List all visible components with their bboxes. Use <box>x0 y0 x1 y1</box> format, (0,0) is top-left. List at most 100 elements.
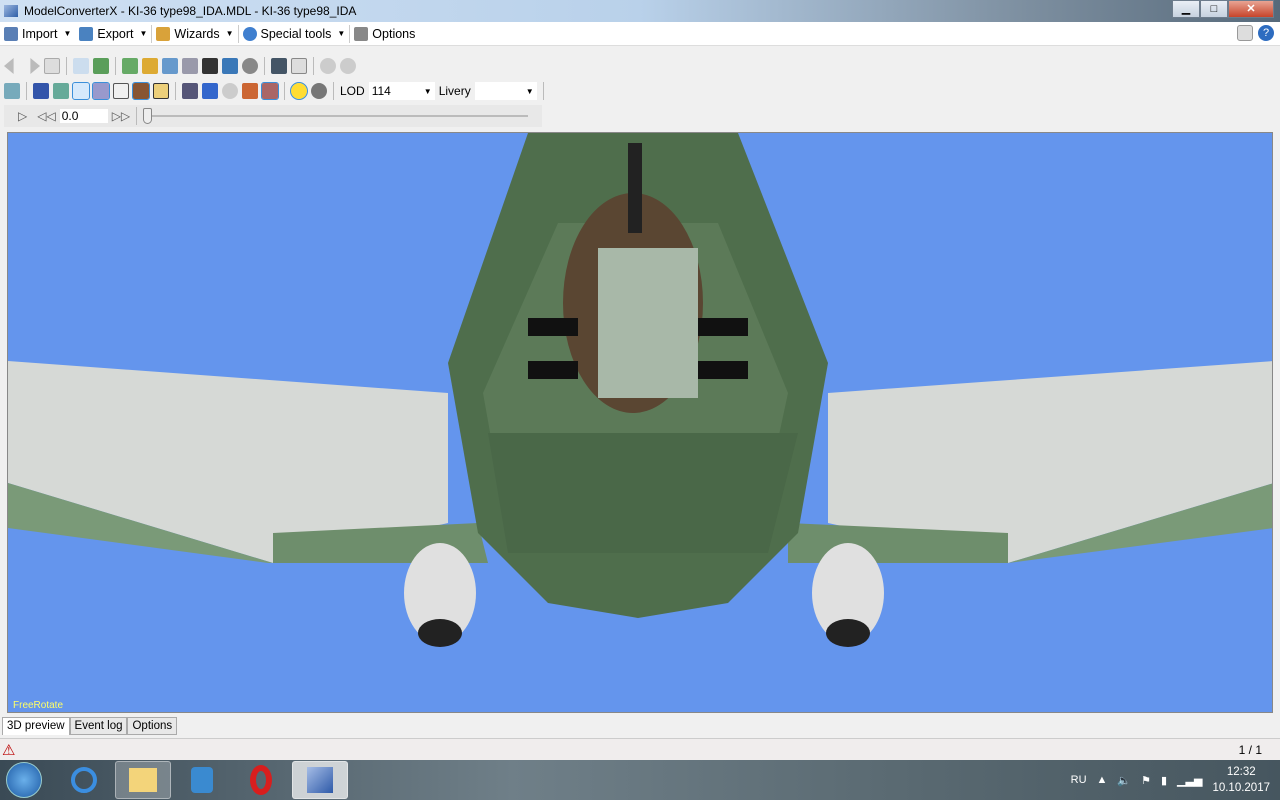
tools-icon <box>354 26 369 41</box>
dropdown-arrow-icon: ▼ <box>337 29 346 38</box>
status-bar: ⚠ 1 / 1 <box>0 738 1280 760</box>
fit-view-icon[interactable] <box>4 83 20 99</box>
separator <box>333 82 334 100</box>
attach-icon[interactable] <box>222 58 238 74</box>
bounding-box-icon[interactable] <box>113 83 129 99</box>
wireframe-icon[interactable] <box>222 83 238 99</box>
grid-icon[interactable] <box>33 83 49 99</box>
media-player-icon <box>191 767 213 793</box>
separator <box>175 82 176 100</box>
window-title: ModelConverterX - KI-36 type98_IDA.MDL -… <box>24 4 357 18</box>
report-icon[interactable] <box>291 58 307 74</box>
zoom-icon[interactable] <box>73 58 89 74</box>
shading-icon[interactable] <box>261 82 279 100</box>
normals-icon[interactable] <box>202 83 218 99</box>
taskbar-opera[interactable] <box>233 761 289 799</box>
tab-options[interactable]: Options <box>127 717 178 735</box>
separator <box>264 57 265 75</box>
nodes-icon[interactable] <box>242 58 258 74</box>
material-icon[interactable] <box>142 58 158 74</box>
clock-time: 12:32 <box>1226 766 1256 778</box>
axes-icon[interactable] <box>53 83 69 99</box>
menu-import[interactable]: Import ▼ <box>0 23 75 45</box>
menu-wizards[interactable]: Wizards ▼ <box>152 23 237 45</box>
seat <box>598 248 698 398</box>
slider-thumb[interactable] <box>143 108 153 124</box>
animation-icon[interactable] <box>202 58 218 74</box>
flag-icon[interactable]: ⚑ <box>1141 774 1151 787</box>
document-icon[interactable] <box>44 58 60 74</box>
lod-select[interactable]: 114 ▼ <box>368 82 435 100</box>
taskbar-explorer[interactable] <box>115 761 171 799</box>
inspect-icon[interactable] <box>182 58 198 74</box>
hierarchy-icon[interactable] <box>93 58 109 74</box>
power-icon[interactable]: ▮ <box>1161 774 1167 787</box>
gear-icon <box>242 26 257 41</box>
camera-icon[interactable] <box>182 83 198 99</box>
taskbar-media-player[interactable] <box>174 761 230 799</box>
dropdown-arrow-icon: ▼ <box>225 29 234 38</box>
texture-view-icon[interactable] <box>132 82 150 100</box>
warning-icon[interactable]: ⚠ <box>2 741 15 759</box>
menu-export[interactable]: Export ▼ <box>75 23 151 45</box>
attach-point-icon[interactable] <box>72 82 90 100</box>
volume-icon[interactable]: 🔈 <box>1117 774 1131 787</box>
sun-icon[interactable] <box>290 82 308 100</box>
opera-icon <box>250 765 272 795</box>
lod-value: 114 <box>371 84 391 98</box>
livery-select[interactable]: ▼ <box>474 82 537 100</box>
separator <box>284 82 285 100</box>
show-hidden-icons[interactable]: ▲ <box>1097 774 1108 786</box>
maximize-button[interactable]: □ <box>1200 0 1228 18</box>
help-icon[interactable]: ? <box>1258 25 1274 41</box>
dropdown-arrow-icon: ▼ <box>139 29 148 38</box>
menu-label: Import <box>22 26 58 41</box>
sphere-icon[interactable] <box>311 83 327 99</box>
menu-label: Wizards <box>174 26 220 41</box>
texture-icon[interactable] <box>122 58 138 74</box>
copy-icon[interactable] <box>162 58 178 74</box>
undo-icon[interactable] <box>320 58 336 74</box>
menu-bar: Import ▼ Export ▼ Wizards ▼ Special tools ▼ … <box>0 22 1280 46</box>
redo-icon[interactable] <box>340 58 356 74</box>
taskbar-modelconverterx[interactable] <box>292 761 348 799</box>
ie-icon <box>71 767 97 793</box>
back-icon[interactable] <box>4 58 14 74</box>
menu-special-tools[interactable]: Special tools ▼ <box>239 23 350 45</box>
fast-forward-icon[interactable]: ▷▷ <box>112 109 130 123</box>
cube-icon[interactable] <box>242 83 258 99</box>
close-button[interactable]: ✕ <box>1228 0 1274 18</box>
folder-icon <box>129 768 157 792</box>
vertices-icon[interactable] <box>92 82 110 100</box>
lod-label: LOD <box>340 84 365 98</box>
time-slider[interactable] <box>143 108 529 124</box>
3d-viewport[interactable]: FreeRotate <box>7 132 1273 713</box>
network-icon[interactable]: ▁▃▅ <box>1177 774 1202 787</box>
dropdown-arrow-icon: ▼ <box>63 29 72 38</box>
tab-event-log[interactable]: Event log <box>69 717 128 735</box>
tab-3d-preview[interactable]: 3D preview <box>2 717 70 735</box>
livery-label: Livery <box>438 84 471 98</box>
separator <box>136 107 138 125</box>
language-indicator[interactable]: RU <box>1071 774 1087 786</box>
export-icon <box>79 26 94 41</box>
solid-color-icon[interactable] <box>153 83 169 99</box>
page-counter: 1 / 1 <box>1238 743 1262 757</box>
wand-icon <box>156 26 171 41</box>
separator <box>313 57 314 75</box>
menu-label: Special tools <box>260 26 332 41</box>
separator <box>542 82 544 100</box>
rewind-icon[interactable]: ◁◁ <box>37 109 55 123</box>
menu-options[interactable]: Options <box>350 23 419 45</box>
taskbar-ie[interactable] <box>56 761 112 799</box>
menu-label: Options <box>372 26 416 41</box>
time-input[interactable]: 0.0 <box>59 109 108 123</box>
image-icon[interactable] <box>271 58 287 74</box>
play-icon[interactable]: ▷ <box>18 109 27 123</box>
forward-icon[interactable] <box>30 58 40 74</box>
minimize-button[interactable]: ▁ <box>1172 0 1200 18</box>
clock[interactable]: 12:32 10.10.2017 <box>1212 764 1270 796</box>
start-button[interactable] <box>6 762 42 798</box>
menu-label: Export <box>97 26 134 41</box>
notes-icon[interactable] <box>1237 25 1253 41</box>
